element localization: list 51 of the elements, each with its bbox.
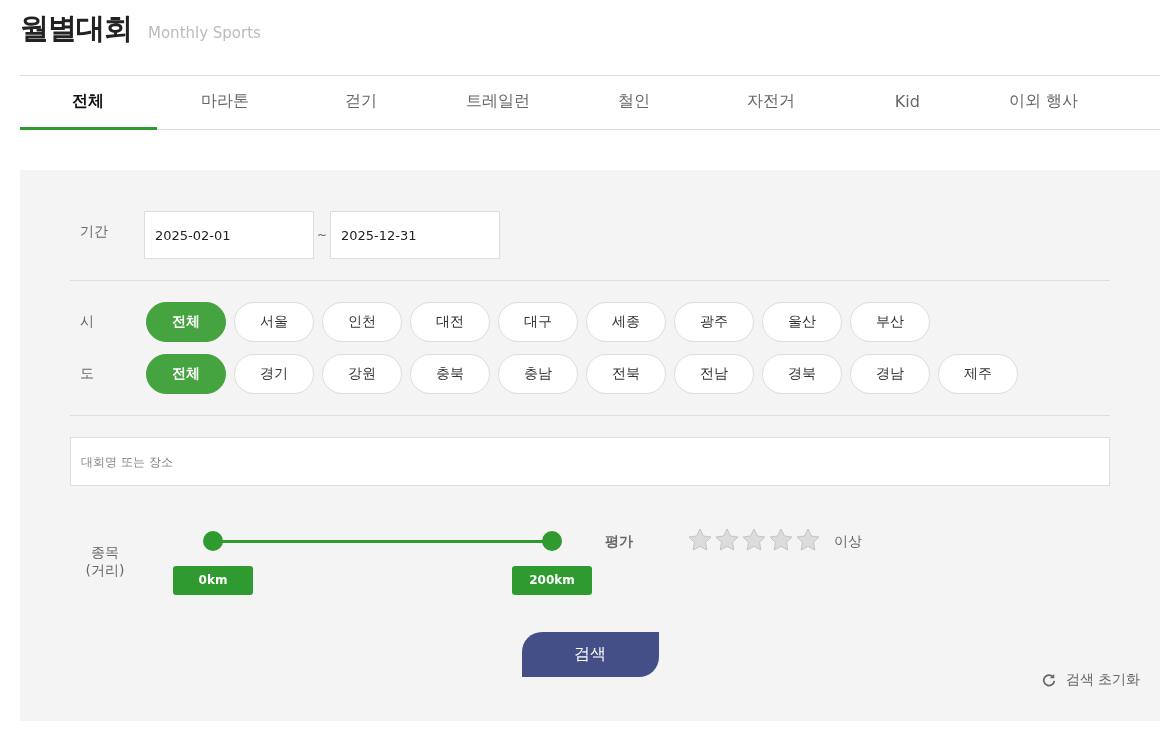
page-title: 월별대회 (20, 10, 132, 47)
star-icon (796, 528, 820, 552)
refresh-icon (1041, 673, 1056, 687)
region-chip[interactable]: 경남 (850, 354, 930, 394)
category-tab[interactable]: 걷기 (293, 76, 430, 130)
region-chip[interactable]: 인천 (322, 302, 402, 342)
distance-sublabel: (거리) (85, 562, 125, 580)
region-chip[interactable]: 경북 (762, 354, 842, 394)
period-label: 기간 (79, 222, 109, 241)
rating-suffix: 이상 (834, 533, 862, 551)
start-date-field[interactable]: 2025-02-01 (144, 211, 314, 259)
region-label: 시 (79, 313, 95, 331)
region-chip[interactable]: 부산 (850, 302, 930, 342)
region-chip[interactable]: 전북 (586, 354, 666, 394)
region-chip[interactable]: 제주 (938, 354, 1018, 394)
star-icon (715, 528, 739, 552)
search-field[interactable]: 대회명 또는 장소 (70, 437, 1110, 486)
region-chip[interactable]: 대구 (498, 302, 578, 342)
category-tab[interactable]: 이외 행사 (975, 76, 1112, 130)
star-icon (742, 528, 766, 552)
value-tooltip: 0km (173, 566, 253, 595)
category-tab[interactable]: 트레일런 (429, 76, 566, 130)
region-chip[interactable]: 충북 (410, 354, 490, 394)
star-rating[interactable] (688, 528, 820, 552)
category-tab[interactable]: 자전거 (702, 76, 839, 130)
end-date-field[interactable]: 2025-12-31 (330, 211, 500, 259)
region-chip[interactable]: 충남 (498, 354, 578, 394)
star-icon (688, 528, 712, 552)
region-chip[interactable]: 강원 (322, 354, 402, 394)
region-label: 도 (79, 365, 95, 383)
category-tab[interactable]: 전체 (20, 76, 157, 130)
reset-button[interactable]: 검색 초기화 (1041, 671, 1140, 689)
category-tab[interactable]: 철인 (566, 76, 703, 130)
slider-handle[interactable] (542, 531, 562, 551)
page-subtitle: Monthly Sports (148, 24, 261, 42)
value-tooltip: 200km (512, 566, 592, 595)
region-chip[interactable]: 경기 (234, 354, 314, 394)
region-chip[interactable]: 광주 (674, 302, 754, 342)
region-chip[interactable]: 울산 (762, 302, 842, 342)
region-chip[interactable]: 서울 (234, 302, 314, 342)
rating-label: 평가 (605, 533, 633, 551)
slider-handle[interactable] (203, 531, 223, 551)
star-icon (769, 528, 793, 552)
distance-label: 종목 (91, 544, 119, 562)
region-chip[interactable]: 세종 (586, 302, 666, 342)
search-button[interactable]: 검색 (521, 632, 659, 677)
region-chip[interactable]: 전남 (674, 354, 754, 394)
range-separator: ~ (315, 227, 329, 244)
region-chip[interactable]: 대전 (410, 302, 490, 342)
category-tab[interactable]: Kid (839, 76, 976, 130)
category-tab[interactable]: 마라톤 (156, 76, 293, 130)
